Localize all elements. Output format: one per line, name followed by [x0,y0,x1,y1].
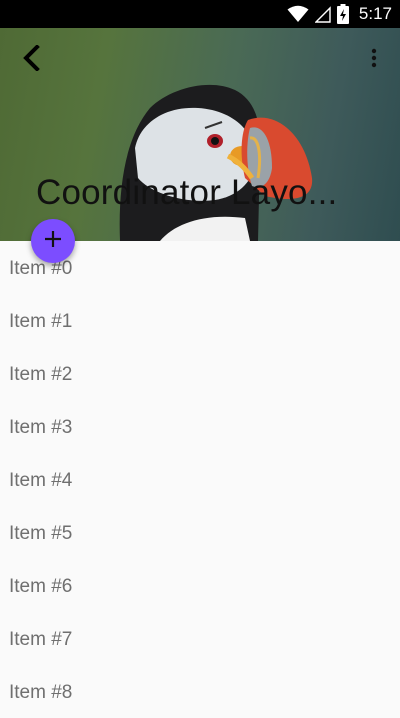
wifi-icon [287,5,309,23]
list-item-label: Item #4 [9,470,73,491]
more-vert-icon [371,48,377,73]
list-item-label: Item #3 [9,417,73,438]
overflow-menu-button[interactable] [360,42,388,78]
list-item-label: Item #5 [9,523,73,544]
add-fab-button[interactable] [31,219,75,263]
list-item[interactable]: Item #5 [0,506,400,559]
list-item-label: Item #6 [9,576,73,597]
page-title: Coordinator Layo... [36,173,338,212]
plus-icon [44,230,62,253]
list-item[interactable]: Item #6 [0,559,400,612]
list-item[interactable]: Item #4 [0,453,400,506]
collapsing-app-bar: Coordinator Layo... [0,28,400,241]
status-time: 5:17 [358,4,392,23]
list-item-label: Item #7 [9,629,73,650]
list-item[interactable]: Item #7 [0,612,400,665]
back-arrow-icon [21,43,43,76]
status-icons: 5:17 [287,0,392,28]
item-list: Item #0 Item #1 Item #2 Item #3 Item #4 … [0,241,400,718]
battery-charging-icon [336,4,349,24]
list-item-label: Item #8 [9,682,73,703]
list-item[interactable]: Item #3 [0,400,400,453]
cell-signal-icon [314,5,331,23]
list-item-label: Item #2 [9,364,73,385]
list-item-label: Item #1 [9,311,73,332]
list-item[interactable]: Item #1 [0,294,400,347]
back-button[interactable] [12,42,52,78]
status-bar: 5:17 [0,0,400,28]
list-item-label: Item #0 [9,258,73,279]
list-item[interactable]: Item #2 [0,347,400,400]
list-item[interactable]: Item #8 [0,665,400,718]
